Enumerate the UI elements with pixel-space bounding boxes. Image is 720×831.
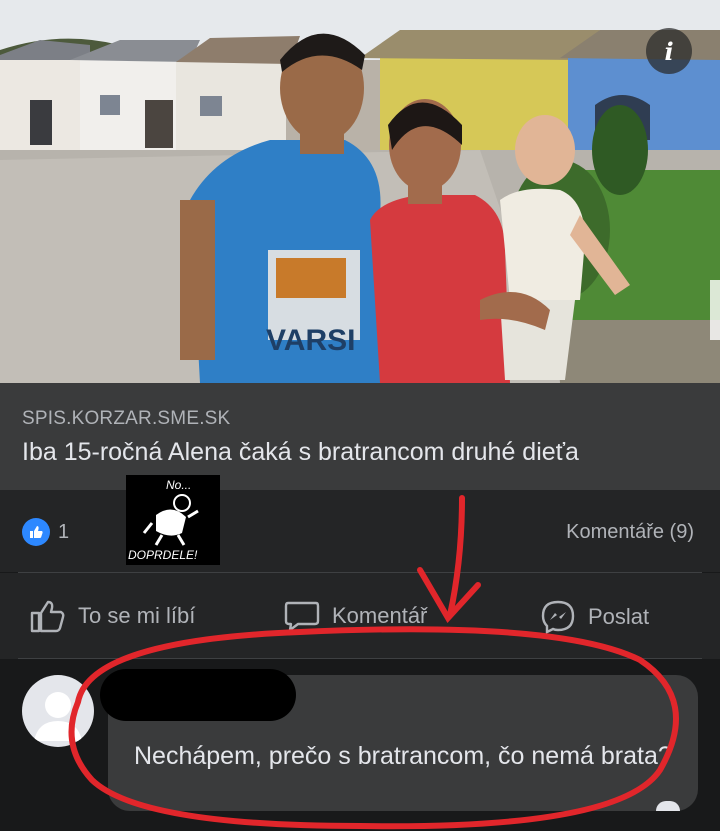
comment-button[interactable]: Komentář (284, 599, 427, 633)
sticker-bottom-text: DOPRDELE! (128, 548, 198, 562)
stick-figure-icon (142, 494, 199, 546)
messenger-icon (541, 600, 575, 634)
send-button[interactable]: Poslat (540, 599, 649, 635)
like-label: To se mi líbí (78, 603, 196, 628)
action-bar: To se mi líbí Komentář Poslat (0, 573, 720, 659)
like-button[interactable]: To se mi líbí (30, 599, 195, 633)
comment-label: Komentář (332, 603, 428, 628)
send-label: Poslat (588, 604, 650, 629)
thumbs-up-icon (30, 600, 65, 633)
like-reaction-icon[interactable] (22, 518, 50, 546)
comment-section: Nechápem, prečo s bratrancom, čo nemá br… (0, 659, 720, 831)
comment-text: Nechápem, prečo s bratrancom, čo nemá br… (134, 742, 672, 770)
info-icon[interactable]: i (646, 28, 692, 74)
family-photo-illustration: VARSI (0, 0, 720, 383)
sticker-meme: No... DOPRDELE! (126, 475, 220, 565)
svg-text:VARSI: VARSI (266, 324, 355, 357)
reaction-indicator[interactable] (656, 801, 680, 811)
redacted-author-name (100, 669, 296, 721)
like-count[interactable]: 1 (58, 521, 69, 544)
sticker-top-text: No... (166, 478, 192, 492)
comment-icon (284, 601, 320, 632)
link-title[interactable]: Iba 15-ročná Alena čaká s bratrancom dru… (22, 438, 579, 467)
link-preview[interactable]: SPIS.KORZAR.SME.SK Iba 15-ročná Alena ča… (0, 383, 720, 490)
avatar[interactable] (22, 675, 94, 747)
scroll-edge-indicator (710, 280, 720, 340)
post-photo[interactable]: VARSI i (0, 0, 720, 383)
default-avatar-icon (34, 692, 82, 741)
comments-count[interactable]: Komentáře (9) (566, 521, 694, 544)
link-domain: SPIS.KORZAR.SME.SK (22, 408, 231, 429)
post-stats: 1 Komentáře (9) (0, 490, 720, 572)
